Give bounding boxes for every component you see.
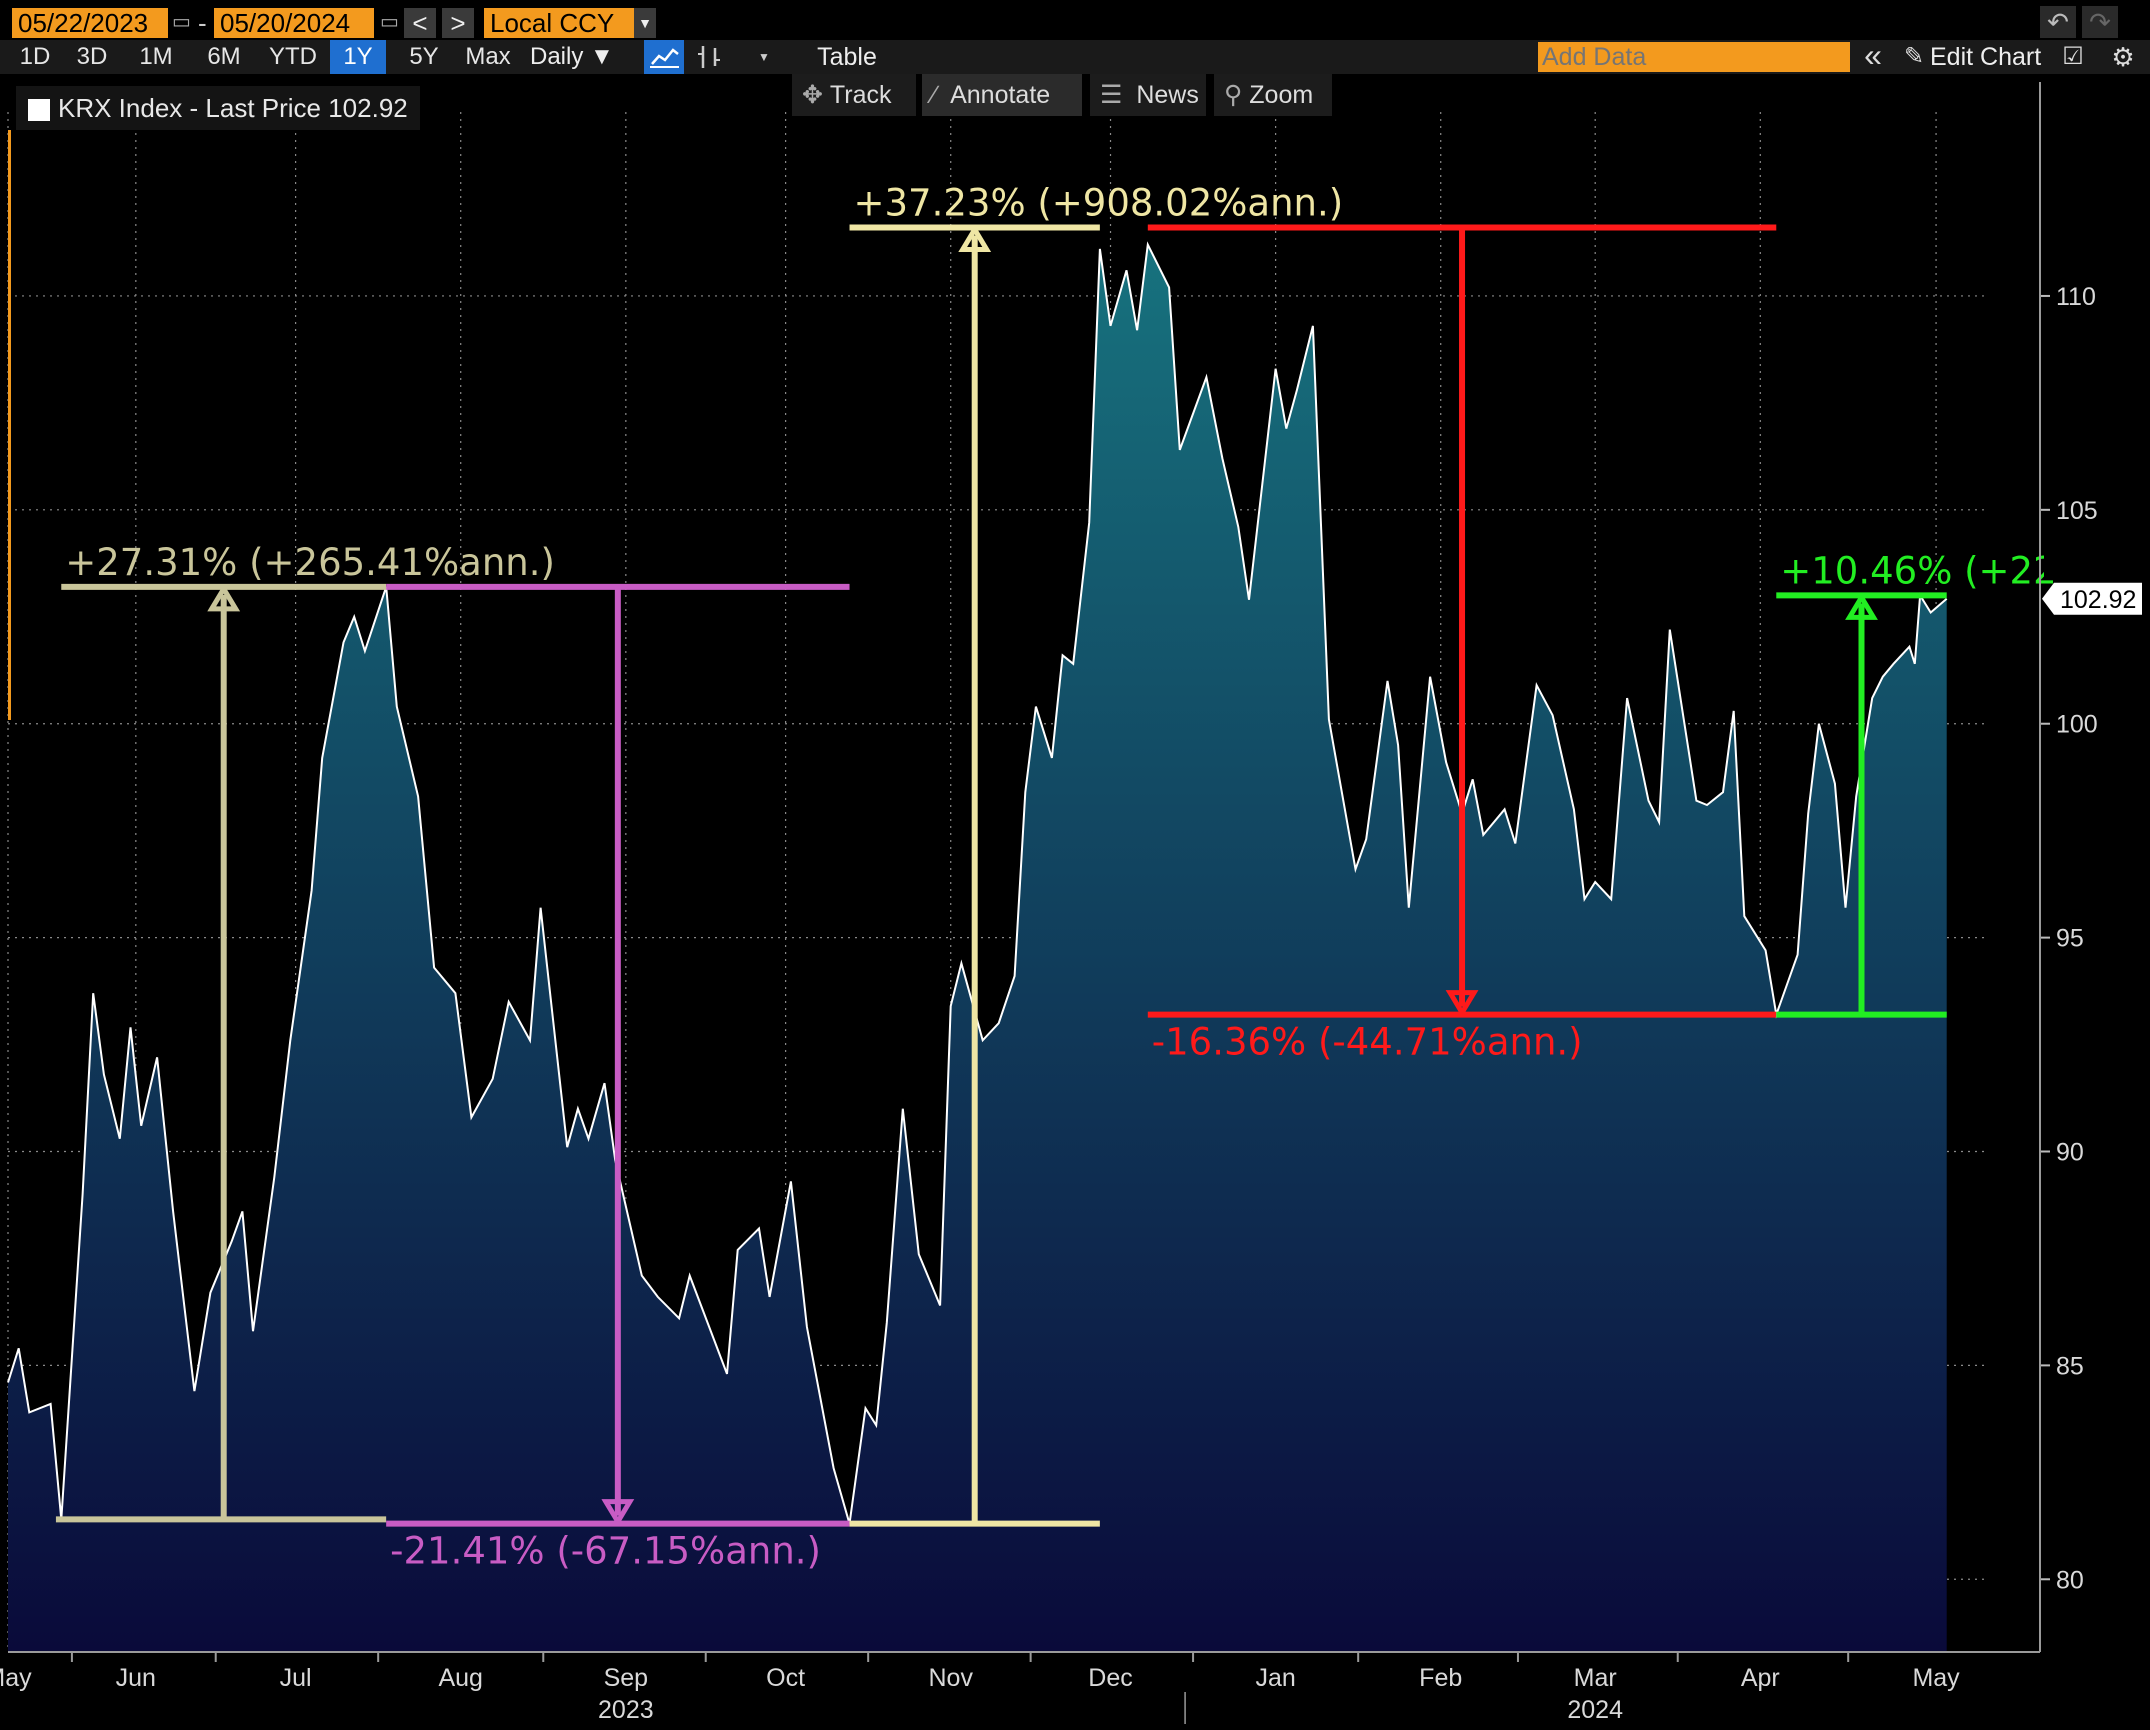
chart-settings-icon[interactable]: ☑ [2058, 40, 2088, 74]
range-button-1d[interactable]: 1D [10, 40, 60, 74]
range-button-1y[interactable]: 1Y [330, 40, 386, 74]
chart-type-dropdown-icon[interactable]: ▼ [756, 40, 772, 74]
annotation-label: +10.46% (+22 [1780, 549, 2056, 592]
y-tick-label: 80 [2056, 1566, 2084, 1594]
x-tick-label: Dec [1088, 1664, 1132, 1692]
x-year-label: 2024 [1567, 1696, 1623, 1724]
x-tick-label: Aug [438, 1664, 482, 1692]
next-period-button[interactable]: > [442, 8, 474, 38]
range-button-3d[interactable]: 3D [64, 40, 120, 74]
annotation-label: -21.41% (-67.15%ann.) [390, 1530, 821, 1573]
collapse-panel-icon[interactable]: « [1858, 39, 1888, 74]
add-data-input[interactable] [1538, 42, 1850, 72]
y-tick-label: 85 [2056, 1352, 2084, 1380]
magnifier-icon: ⚲ [1224, 81, 1243, 109]
frequency-select[interactable]: Daily ▼ [530, 40, 614, 74]
y-tick-label: 105 [2056, 497, 2098, 525]
gear-icon[interactable]: ⚙ [2108, 40, 2138, 74]
currency-dropdown-icon[interactable]: ▼ [634, 8, 656, 38]
x-tick-label: Jul [280, 1664, 312, 1692]
x-tick-label: Feb [1419, 1664, 1462, 1692]
series-legend-label: KRX Index - Last Price 102.92 [58, 93, 408, 123]
pencil-icon: ∕ [932, 81, 937, 109]
x-tick-label: Sep [604, 1664, 648, 1692]
last-price-badge: 102.92 [2042, 582, 2142, 615]
crosshair-icon: ✥ [802, 81, 823, 109]
news-label: News [1136, 81, 1199, 109]
annotation-label: +27.31% (+265.41%ann.) [65, 541, 555, 584]
zoom-tool[interactable]: ⚲ Zoom [1214, 74, 1332, 116]
calendar-icon[interactable]: ▭ [380, 10, 399, 34]
calendar-icon[interactable]: ▭ [172, 10, 191, 34]
y-tick-label: 95 [2056, 925, 2084, 953]
pencil-icon[interactable]: ✎ [1898, 40, 1930, 74]
x-tick-label: May [1912, 1664, 1960, 1692]
date-separator: - [198, 8, 207, 38]
range-button-5y[interactable]: 5Y [398, 40, 450, 74]
range-button-1m[interactable]: 1M [126, 40, 186, 74]
x-tick-label: Nov [928, 1664, 973, 1692]
table-button[interactable]: Table [794, 40, 900, 74]
x-tick-label: Oct [766, 1664, 805, 1692]
label-overflow-mask [2044, 520, 2150, 580]
y-tick-label: 110 [2056, 283, 2096, 311]
news-icon: ☰ [1100, 81, 1123, 109]
top-toolbar: 05/22/2023 ▭ - 05/20/2024 ▭ < > Local CC… [0, 0, 2150, 40]
series-color-swatch [28, 99, 50, 122]
news-tool[interactable]: ☰ News [1090, 74, 1206, 116]
edit-chart-button[interactable]: Edit Chart [1930, 40, 2041, 74]
x-tick-label: Mar [1574, 1664, 1617, 1692]
currency-select[interactable]: Local CCY [484, 8, 634, 38]
annotate-label: Annotate [950, 81, 1051, 109]
line-chart-icon[interactable] [644, 40, 684, 74]
y-tick-label: 90 [2056, 1139, 2084, 1167]
redo-icon[interactable]: ↷ [2082, 6, 2118, 38]
range-button-max[interactable]: Max [456, 40, 520, 74]
undo-icon[interactable]: ↶ [2040, 6, 2076, 38]
annotation-label: -16.36% (-44.71%ann.) [1152, 1021, 1583, 1064]
track-label: Track [829, 81, 892, 109]
x-year-label: 2023 [598, 1696, 654, 1724]
accent-divider [8, 130, 11, 720]
zoom-label: Zoom [1249, 81, 1314, 109]
x-tick-label: Jun [116, 1664, 156, 1692]
series-legend[interactable]: KRX Index - Last Price 102.92 [16, 86, 420, 130]
track-tool[interactable]: ✥ Track [792, 74, 916, 116]
end-date-field[interactable]: 05/20/2024 [214, 8, 374, 38]
annotation-label: +37.23% (+908.02%ann.) [854, 182, 1344, 225]
x-tick-label: Jan [1255, 1664, 1295, 1692]
annotate-tool[interactable]: ∕ Annotate [922, 74, 1082, 116]
range-button-6m[interactable]: 6M [194, 40, 254, 74]
y-tick-label: 100 [2056, 711, 2098, 739]
x-tick-label: May [0, 1664, 32, 1692]
previous-period-button[interactable]: < [404, 8, 436, 38]
price-chart[interactable]: +27.31% (+265.41%ann.) -21.41% (-67.15%an… [0, 0, 2150, 1730]
range-button-ytd[interactable]: YTD [260, 40, 326, 74]
last-price-value: 102.92 [2060, 586, 2136, 614]
start-date-field[interactable]: 05/22/2023 [12, 8, 168, 38]
bar-chart-icon[interactable] [694, 40, 724, 74]
x-tick-label: Apr [1741, 1664, 1780, 1692]
